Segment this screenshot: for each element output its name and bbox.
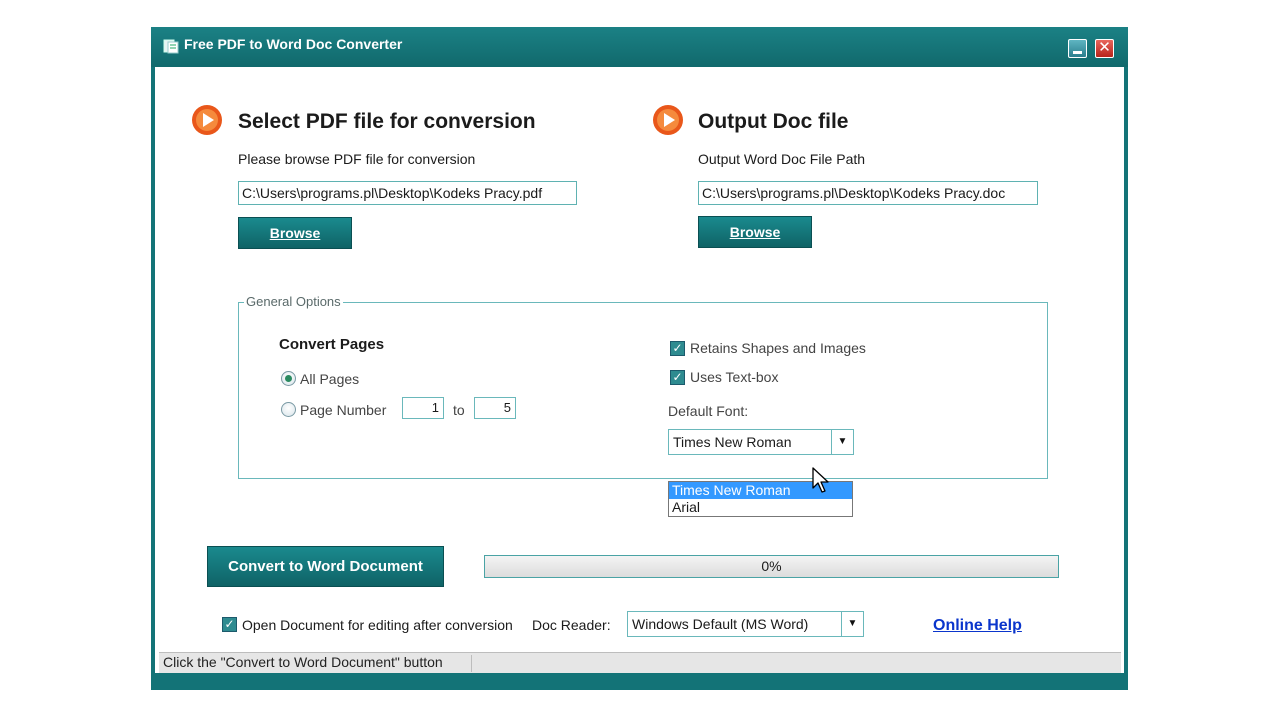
- input-path-field[interactable]: C:\Users\programs.pl\Desktop\Kodeks Prac…: [238, 181, 577, 205]
- main-panel: Select PDF file for conversion Please br…: [155, 67, 1124, 673]
- chevron-down-icon[interactable]: ▼: [831, 430, 853, 454]
- app-icon: [163, 39, 179, 54]
- orange-play-icon: [653, 105, 683, 135]
- default-font-label: Default Font:: [668, 403, 749, 419]
- progress-text: 0%: [761, 558, 782, 574]
- doc-reader-select[interactable]: Windows Default (MS Word) ▼: [627, 611, 864, 637]
- orange-play-icon: [192, 105, 222, 135]
- general-options-legend: General Options: [244, 294, 343, 309]
- status-bar: Click the "Convert to Word Document" but…: [159, 652, 1121, 673]
- general-options-group: General Options Convert Pages All Pages …: [238, 294, 1048, 479]
- app-window: Free PDF to Word Doc Converter ✕ Select …: [151, 27, 1128, 690]
- online-help-link[interactable]: Online Help: [933, 617, 1022, 635]
- page-number-label[interactable]: Page Number: [300, 402, 386, 418]
- input-section-heading: Select PDF file for conversion: [238, 110, 536, 133]
- uses-textbox-label[interactable]: Uses Text-box: [690, 369, 778, 385]
- retains-shapes-label[interactable]: Retains Shapes and Images: [690, 340, 866, 356]
- open-document-label[interactable]: Open Document for editing after conversi…: [242, 617, 513, 633]
- page-from-input[interactable]: 1: [402, 397, 444, 419]
- input-browse-button[interactable]: Browse: [238, 217, 352, 249]
- output-browse-button[interactable]: Browse: [698, 216, 812, 248]
- all-pages-label[interactable]: All Pages: [300, 371, 359, 387]
- font-option-arial[interactable]: Arial: [669, 499, 852, 516]
- convert-button[interactable]: Convert to Word Document: [207, 546, 444, 587]
- status-divider: [471, 655, 472, 672]
- chevron-down-icon[interactable]: ▼: [841, 612, 863, 636]
- input-section-subtitle: Please browse PDF file for conversion: [238, 151, 476, 167]
- retains-shapes-checkbox[interactable]: ✓: [670, 341, 685, 356]
- default-font-select[interactable]: Times New Roman ▼: [668, 429, 854, 455]
- close-icon: ✕: [1098, 39, 1111, 56]
- to-label: to: [453, 402, 465, 418]
- window-title: Free PDF to Word Doc Converter: [184, 36, 403, 52]
- page-to-input[interactable]: 5: [474, 397, 516, 419]
- mouse-cursor-icon: [812, 467, 829, 493]
- all-pages-radio[interactable]: [281, 371, 296, 386]
- open-document-checkbox[interactable]: ✓: [222, 617, 237, 632]
- uses-textbox-checkbox[interactable]: ✓: [670, 370, 685, 385]
- output-section-heading: Output Doc file: [698, 110, 849, 133]
- convert-pages-label: Convert Pages: [279, 336, 385, 353]
- status-text: Click the "Convert to Word Document" but…: [163, 654, 443, 670]
- title-bar[interactable]: Free PDF to Word Doc Converter ✕: [151, 27, 1128, 67]
- output-path-field[interactable]: C:\Users\programs.pl\Desktop\Kodeks Prac…: [698, 181, 1038, 205]
- minimize-button[interactable]: [1068, 39, 1087, 58]
- default-font-value: Times New Roman: [673, 434, 792, 450]
- progress-bar: 0%: [484, 555, 1059, 578]
- output-section-subtitle: Output Word Doc File Path: [698, 151, 866, 167]
- doc-reader-value: Windows Default (MS Word): [632, 616, 809, 632]
- close-button[interactable]: ✕: [1095, 39, 1114, 58]
- doc-reader-label: Doc Reader:: [532, 617, 611, 633]
- page-number-radio[interactable]: [281, 402, 296, 417]
